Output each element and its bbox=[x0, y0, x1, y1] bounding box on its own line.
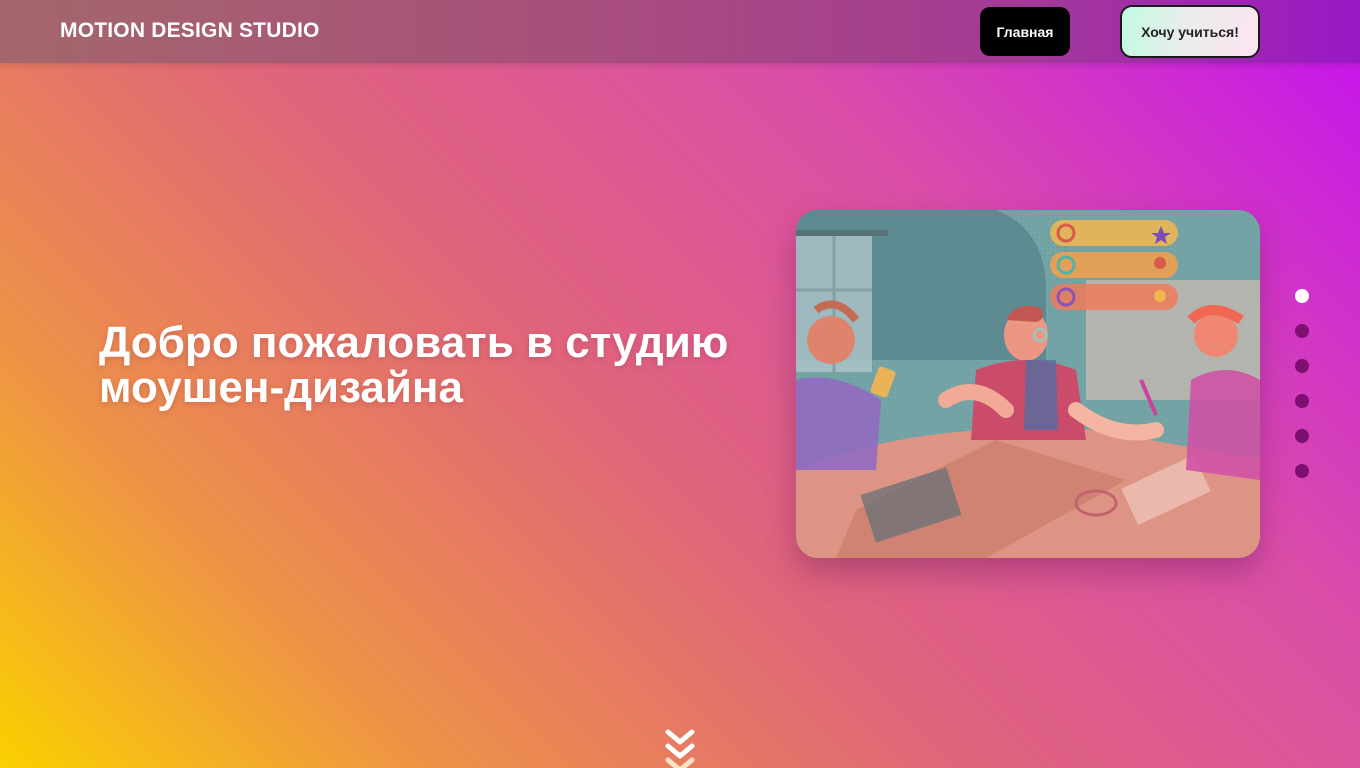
hero-title: Добро пожаловать в студию моушен-дизайна bbox=[99, 318, 729, 412]
illustration-people-with-phones-icon bbox=[796, 210, 1260, 558]
slider-dot-2[interactable] bbox=[1295, 324, 1309, 338]
scroll-down-button[interactable] bbox=[664, 728, 696, 768]
brand-logo[interactable]: MOTION DESIGN STUDIO bbox=[60, 19, 320, 43]
home-button[interactable]: Главная bbox=[980, 7, 1070, 56]
slider-dot-1[interactable] bbox=[1295, 289, 1309, 303]
slider-dot-3[interactable] bbox=[1295, 359, 1309, 373]
slider-pagination bbox=[1295, 289, 1309, 499]
top-navbar: MOTION DESIGN STUDIO Главная Хочу учитьс… bbox=[0, 0, 1360, 63]
slider-dot-4[interactable] bbox=[1295, 394, 1309, 408]
slide-image bbox=[796, 210, 1260, 558]
slider-dot-5[interactable] bbox=[1295, 429, 1309, 443]
double-chevron-down-icon bbox=[665, 729, 695, 768]
slider-dot-6[interactable] bbox=[1295, 464, 1309, 478]
want-to-learn-button[interactable]: Хочу учиться! bbox=[1120, 5, 1260, 58]
